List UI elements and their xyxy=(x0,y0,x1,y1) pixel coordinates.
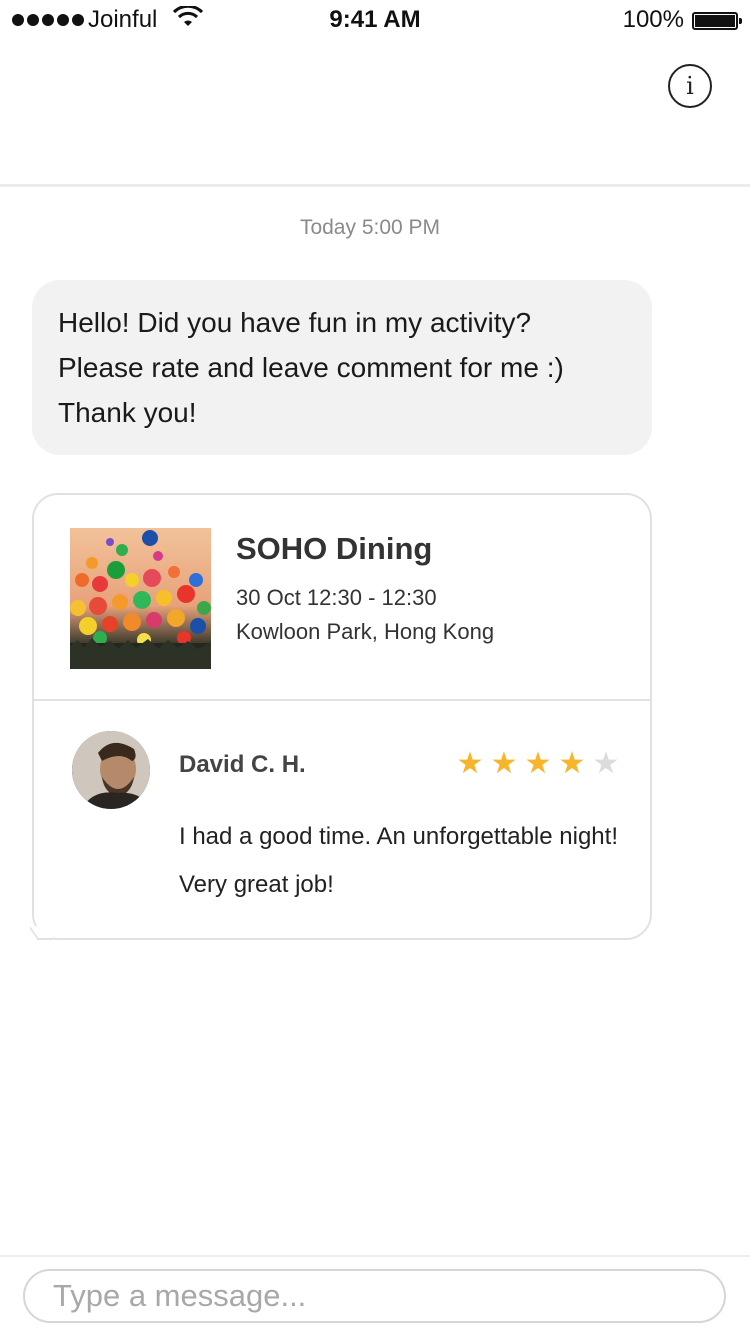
reviewer-avatar[interactable] xyxy=(72,731,150,809)
battery-icon xyxy=(692,12,742,30)
message-bubble: Hello! Did you have fun in my activity? … xyxy=(32,280,652,455)
message-line-1: Hello! Did you have fun in my activity? xyxy=(58,307,532,338)
event-datetime: 30 Oct 12:30 - 12:30 xyxy=(236,585,437,610)
event-title: SOHO Dining xyxy=(236,531,433,566)
bubble-tail xyxy=(30,926,52,942)
activity-review-card[interactable]: SOHO Dining 30 Oct 12:30 - 12:30 Kowloon… xyxy=(32,493,652,940)
status-bar: Joinful 9:41 AM 100% xyxy=(0,0,750,40)
message-line-3: Thank you! xyxy=(58,397,197,428)
star-filled-icon: ★ xyxy=(524,746,552,781)
star-filled-icon: ★ xyxy=(456,746,484,781)
star-filled-icon: ★ xyxy=(558,746,586,781)
navigation-bar: i xyxy=(0,40,750,184)
info-icon[interactable]: i xyxy=(668,64,712,108)
star-empty-icon: ★ xyxy=(592,746,620,781)
composer-divider xyxy=(0,1255,750,1257)
review-comment: I had a good time. An unforgettable nigh… xyxy=(179,823,618,898)
event-location: Kowloon Park, Hong Kong xyxy=(236,619,495,644)
message-line-2: Please rate and leave comment for me :) xyxy=(58,352,564,383)
header-divider xyxy=(0,184,750,187)
message-input[interactable] xyxy=(23,1269,726,1323)
card-divider xyxy=(34,699,650,701)
message-timestamp: Today 5:00 PM xyxy=(299,216,441,239)
info-glyph: i xyxy=(686,72,694,100)
battery-percentage: 100% xyxy=(622,6,684,33)
activity-thumbnail[interactable] xyxy=(70,528,211,669)
star-filled-icon: ★ xyxy=(490,746,518,781)
reviewer-name: David C. H. xyxy=(179,751,306,778)
star-rating: ★ ★ ★ ★ ★ xyxy=(454,749,622,779)
